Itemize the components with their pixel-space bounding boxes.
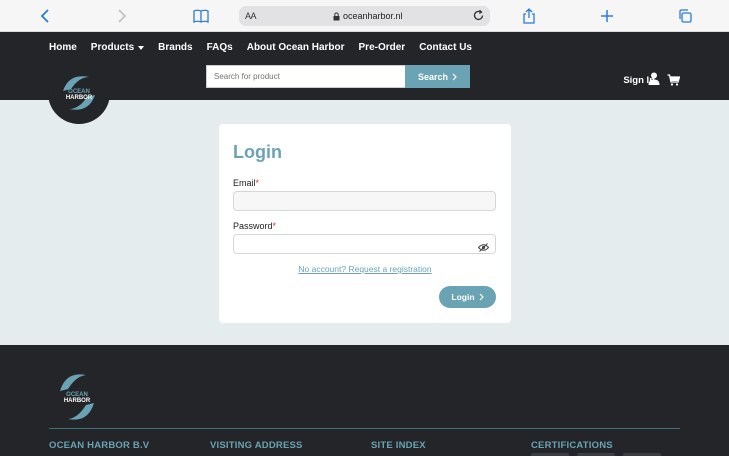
email-label-text: Email: [233, 178, 256, 188]
footer-heading-company: OCEAN HARBOR B.V: [49, 440, 150, 451]
browser-toolbar: AA oceanharbor.nl: [0, 0, 729, 32]
new-tab-icon[interactable]: [597, 6, 617, 26]
eye-slash-icon[interactable]: [477, 239, 490, 257]
nav-home[interactable]: Home: [49, 42, 77, 53]
footer-heading-certifications: CERTIFICATIONS: [531, 440, 613, 451]
required-marker: *: [272, 221, 277, 231]
required-marker: *: [255, 178, 260, 188]
reload-icon[interactable]: [472, 9, 485, 24]
site-header: Home Products Brands FAQs About Ocean Ha…: [0, 32, 729, 124]
site-logo[interactable]: OCEAN HARBOR: [48, 62, 110, 124]
nav-products-label: Products: [90, 42, 135, 53]
share-icon[interactable]: [519, 6, 539, 26]
tabs-icon[interactable]: [675, 6, 695, 26]
back-icon[interactable]: [35, 6, 55, 26]
bookmarks-icon[interactable]: [191, 6, 211, 26]
password-field[interactable]: [233, 234, 496, 254]
search-button[interactable]: Search: [405, 65, 470, 88]
nav-pre-order[interactable]: Pre-Order: [359, 42, 406, 53]
footer-logo: OCEAN HARBOR: [56, 369, 98, 430]
login-title: Login: [233, 142, 282, 162]
logo-text-harbor: HARBOR: [64, 398, 91, 404]
login-button[interactable]: Login: [439, 286, 496, 308]
search-input[interactable]: [206, 65, 406, 88]
password-label-text: Password: [233, 221, 273, 231]
nav-brands[interactable]: Brands: [158, 42, 192, 53]
footer-heading-site-index: SITE INDEX: [371, 440, 426, 451]
ocean-harbor-logo-icon: OCEAN HARBOR: [63, 76, 95, 110]
ocean-harbor-logo-icon: OCEAN HARBOR: [60, 374, 94, 420]
email-label: Email*: [233, 178, 259, 188]
site-footer: OCEAN HARBOR OCEAN HARBOR B.V VISITING A…: [0, 345, 729, 456]
address-bar[interactable]: AA oceanharbor.nl: [239, 6, 490, 26]
nav-faqs[interactable]: FAQs: [207, 42, 233, 53]
text-size-button[interactable]: AA: [245, 11, 257, 21]
main-nav: Home Products Brands FAQs About Ocean Ha…: [49, 42, 486, 53]
request-registration-link[interactable]: No account? Request a registration: [219, 264, 511, 274]
chevron-right-icon: [452, 73, 457, 80]
user-icon[interactable]: [648, 72, 660, 90]
login-button-label: Login: [451, 292, 475, 302]
login-card: Login Email* Password* No account? Reque…: [219, 124, 511, 323]
cart-icon[interactable]: [667, 73, 681, 91]
email-field[interactable]: [233, 191, 496, 211]
url-text: oceanharbor.nl: [343, 11, 403, 21]
nav-contact[interactable]: Contact Us: [419, 42, 472, 53]
url-display[interactable]: oceanharbor.nl: [333, 11, 403, 21]
chevron-right-icon: [479, 293, 484, 301]
password-label: Password*: [233, 221, 276, 231]
lock-icon: [333, 11, 340, 20]
nav-products[interactable]: Products: [90, 42, 145, 53]
footer-heading-address: VISITING ADDRESS: [210, 440, 303, 451]
chevron-down-icon: [138, 45, 145, 50]
forward-icon[interactable]: [112, 6, 132, 26]
logo-text-harbor: HARBOR: [66, 95, 93, 101]
search-button-label: Search: [417, 71, 449, 82]
footer-divider: [49, 428, 680, 429]
nav-about[interactable]: About Ocean Harbor: [247, 42, 345, 53]
